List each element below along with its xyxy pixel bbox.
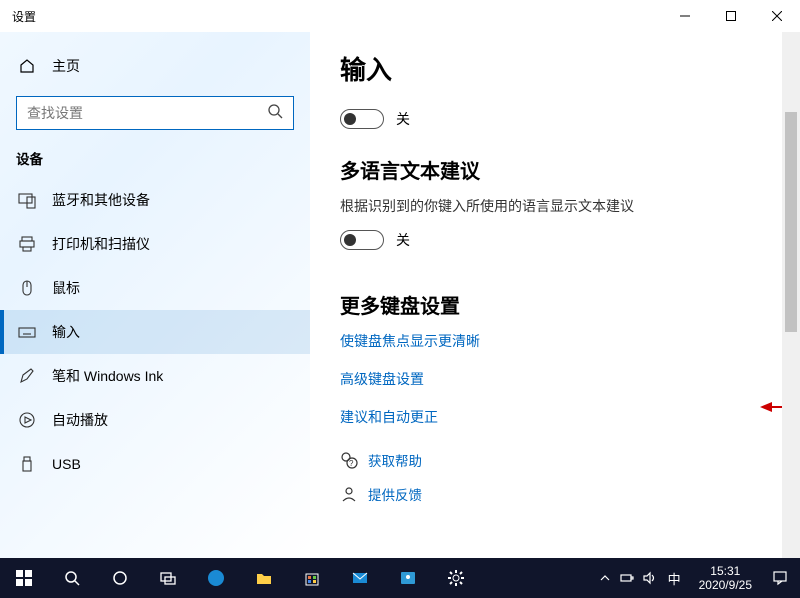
autoplay-icon — [16, 411, 38, 429]
taskbar-clock[interactable]: 15:31 2020/9/25 — [691, 564, 760, 592]
ime-indicator[interactable]: 中 — [664, 569, 685, 588]
mouse-icon — [16, 279, 38, 297]
usb-icon — [16, 455, 38, 473]
feedback-icon — [340, 485, 368, 503]
content-scrollbar[interactable] — [782, 32, 800, 558]
tray-volume-icon[interactable] — [642, 571, 656, 585]
sidebar-home[interactable]: 主页 — [0, 46, 310, 86]
sidebar: 主页 设备 蓝牙和其他设备 打印机和扫描仪 鼠标 输入 — [0, 32, 310, 558]
help-link-label: 获取帮助 — [368, 450, 422, 470]
devices-icon — [16, 191, 38, 209]
keyboard-icon — [16, 323, 38, 341]
link-suggestions[interactable]: 建议和自动更正 — [340, 407, 790, 427]
tray-chevron-up-icon[interactable] — [598, 571, 612, 585]
taskbar-start-button[interactable] — [0, 558, 48, 598]
sidebar-item-pen[interactable]: 笔和 Windows Ink — [0, 354, 310, 398]
search-input[interactable] — [27, 105, 267, 121]
sidebar-item-label: 鼠标 — [52, 278, 80, 298]
sidebar-item-label: 输入 — [52, 322, 80, 342]
toggle-state-label: 关 — [396, 230, 410, 250]
taskbar-action-center[interactable] — [760, 570, 800, 586]
sidebar-group-label: 设备 — [0, 148, 310, 168]
help-icon: ? — [340, 451, 368, 469]
feedback-link-label: 提供反馈 — [368, 484, 422, 504]
taskbar-mail-button[interactable] — [336, 558, 384, 598]
sidebar-item-bluetooth[interactable]: 蓝牙和其他设备 — [0, 178, 310, 222]
window-close-button[interactable] — [754, 0, 800, 32]
taskbar-edge-button[interactable] — [192, 558, 240, 598]
clock-date: 2020/9/25 — [699, 578, 752, 592]
sidebar-item-label: 蓝牙和其他设备 — [52, 190, 150, 210]
window-title: 设置 — [12, 8, 36, 25]
home-icon — [16, 58, 38, 74]
search-icon — [267, 103, 283, 124]
taskbar-taskview-button[interactable] — [144, 558, 192, 598]
page-title: 输入 — [340, 50, 790, 87]
taskbar-search-button[interactable] — [48, 558, 96, 598]
sidebar-item-printers[interactable]: 打印机和扫描仪 — [0, 222, 310, 266]
taskbar-contacts-button[interactable] — [384, 558, 432, 598]
taskbar-cortana-button[interactable] — [96, 558, 144, 598]
taskbar-settings-button[interactable] — [432, 558, 480, 598]
scrollbar-thumb[interactable] — [785, 112, 797, 332]
sidebar-item-mouse[interactable]: 鼠标 — [0, 266, 310, 310]
multilang-description: 根据识别到的你键入所使用的语言显示文本建议 — [340, 196, 790, 216]
window-maximize-button[interactable] — [708, 0, 754, 32]
window-minimize-button[interactable] — [662, 0, 708, 32]
help-link-row[interactable]: ? 获取帮助 — [340, 445, 790, 475]
sidebar-item-typing[interactable]: 输入 — [0, 310, 310, 354]
toggle-state-label: 关 — [396, 109, 410, 129]
taskbar-store-button[interactable] — [288, 558, 336, 598]
section-multilang-heading: 多语言文本建议 — [340, 155, 790, 184]
sidebar-item-label: 自动播放 — [52, 410, 108, 430]
sidebar-item-label: 笔和 Windows Ink — [52, 366, 163, 386]
pen-icon — [16, 367, 38, 385]
svg-text:?: ? — [349, 459, 354, 468]
link-advanced-keyboard[interactable]: 高级键盘设置 — [340, 369, 790, 389]
taskbar: 中 15:31 2020/9/25 — [0, 558, 800, 598]
printer-icon — [16, 235, 38, 253]
window-titlebar: 设置 — [0, 0, 800, 32]
taskbar-explorer-button[interactable] — [240, 558, 288, 598]
section-more-heading: 更多键盘设置 — [340, 290, 790, 319]
link-keyboard-focus[interactable]: 使键盘焦点显示更清晰 — [340, 331, 790, 351]
sidebar-home-label: 主页 — [52, 56, 80, 76]
toggle-switch-2[interactable] — [340, 230, 384, 250]
sidebar-item-label: 打印机和扫描仪 — [52, 234, 150, 254]
sidebar-search[interactable] — [16, 96, 294, 130]
sidebar-item-usb[interactable]: USB — [0, 442, 310, 486]
system-tray[interactable]: 中 — [598, 569, 691, 588]
sidebar-item-label: USB — [52, 456, 81, 472]
content-pane: 输入 关 多语言文本建议 根据识别到的你键入所使用的语言显示文本建议 关 更多键… — [310, 32, 800, 558]
clock-time: 15:31 — [710, 564, 740, 578]
feedback-link-row[interactable]: 提供反馈 — [340, 479, 790, 509]
toggle-switch-1[interactable] — [340, 109, 384, 129]
sidebar-item-autoplay[interactable]: 自动播放 — [0, 398, 310, 442]
tray-battery-icon[interactable] — [620, 571, 634, 585]
